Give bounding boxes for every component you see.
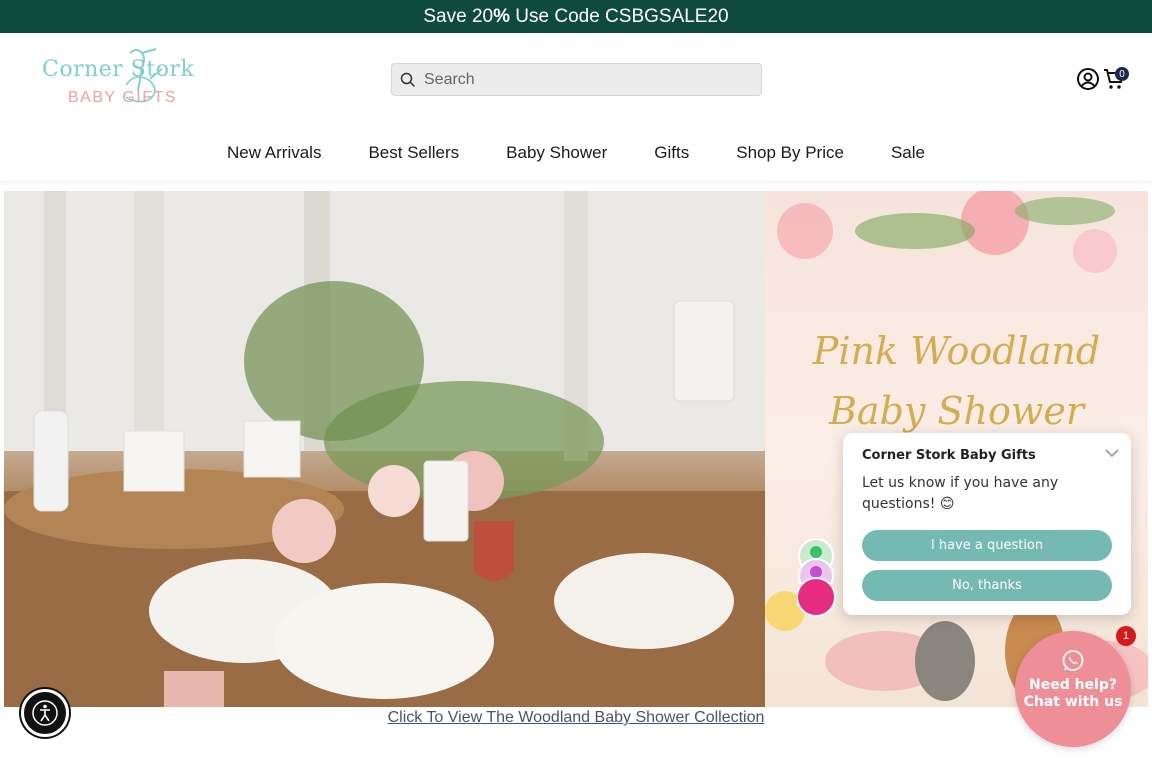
hero-title-line2: Baby Shower bbox=[828, 389, 1084, 433]
hero-photo bbox=[4, 191, 765, 707]
chat-notification-badge: 1 bbox=[1116, 626, 1136, 646]
nav-item-sale[interactable]: Sale bbox=[867, 138, 948, 168]
nav-item-best-sellers[interactable]: Best Sellers bbox=[345, 138, 483, 168]
whatsapp-icon bbox=[1062, 650, 1084, 671]
hero-title: Pink Woodland Baby Shower bbox=[765, 321, 1148, 441]
nav-item-gifts[interactable]: Gifts bbox=[631, 138, 713, 168]
cart-count-badge: 0 bbox=[1115, 67, 1129, 81]
chevron-down-icon[interactable] bbox=[1103, 444, 1121, 462]
promo-bar: Save 20% Use Code CSBGSALE20 bbox=[0, 0, 1152, 33]
brand-tagline: BABY GIFTS bbox=[68, 89, 177, 106]
no-thanks-button[interactable]: No, thanks bbox=[862, 570, 1112, 601]
accessibility-button[interactable] bbox=[21, 689, 69, 737]
chat-message: Let us know if you have any questions! 😊 bbox=[862, 475, 1059, 512]
chat-brand-name: Corner Stork Baby Gifts bbox=[862, 448, 1036, 463]
search-icon[interactable] bbox=[392, 63, 424, 96]
promo-text-suffix: Use Code CSBGSALE20 bbox=[510, 5, 729, 27]
hero-table-scene bbox=[4, 191, 765, 707]
nav-item-baby-shower[interactable]: Baby Shower bbox=[483, 138, 631, 168]
nav-item-new-arrivals[interactable]: New Arrivals bbox=[203, 138, 344, 168]
main-nav: New Arrivals Best Sellers Baby Shower Gi… bbox=[0, 138, 1152, 168]
hero-title-line1: Pink Woodland bbox=[812, 329, 1101, 373]
chat-launcher-label: Need help? Chat with us bbox=[1023, 677, 1123, 710]
promo-percent: % bbox=[493, 5, 510, 27]
accessibility-icon bbox=[32, 700, 58, 726]
search-input[interactable] bbox=[424, 70, 744, 89]
account-icon[interactable] bbox=[1076, 67, 1100, 91]
brand-logo[interactable]: Corner Stork BABY GIFTS bbox=[38, 45, 203, 111]
collection-link[interactable]: Click To View The Woodland Baby Shower C… bbox=[0, 709, 1152, 727]
chat-popup: Corner Stork Baby Gifts Let us know if y… bbox=[843, 433, 1131, 615]
chat-avatars bbox=[796, 538, 837, 617]
chat-launcher[interactable]: Need help? Chat with us bbox=[1015, 631, 1131, 747]
promo-text-prefix: Save 20 bbox=[423, 5, 494, 27]
search-bar[interactable] bbox=[391, 63, 762, 96]
ask-question-button[interactable]: I have a question bbox=[862, 530, 1112, 561]
site-header: Corner Stork BABY GIFTS 0 New Arrivals B… bbox=[0, 33, 1152, 181]
brand-name: Corner Stork bbox=[42, 57, 195, 82]
nav-item-shop-by-price[interactable]: Shop By Price bbox=[713, 138, 868, 168]
